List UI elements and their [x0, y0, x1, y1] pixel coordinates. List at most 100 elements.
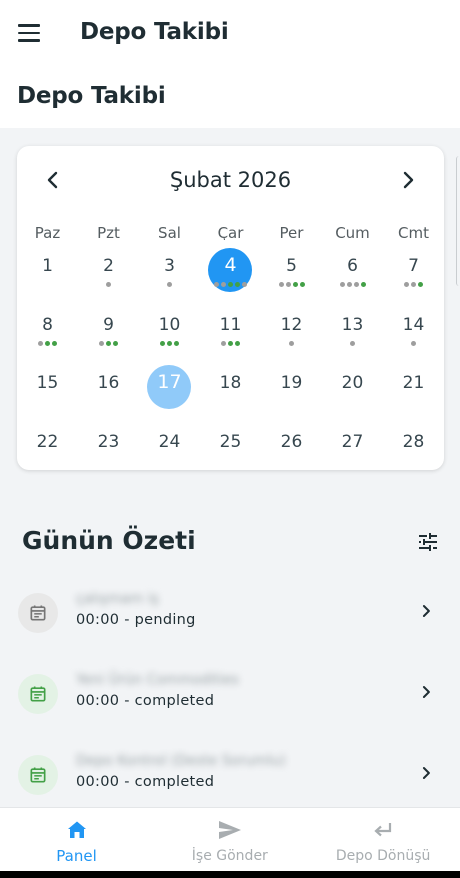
nav-item-1[interactable]: İşe Gönder [153, 808, 306, 872]
calendar-day-22[interactable]: 22 [17, 426, 78, 476]
calendar-day-23[interactable]: 23 [78, 426, 139, 476]
calendar-day-4[interactable]: 4 [200, 248, 261, 300]
calendar-day-11[interactable]: 11 [200, 309, 261, 359]
event-list-item[interactable]: Yeni Ürün Commodities 00:00 - completed [0, 672, 460, 754]
calendar-day-18[interactable]: 18 [200, 367, 261, 417]
nav-item-0[interactable]: Panel [0, 808, 153, 872]
calendar-day-number: 22 [36, 431, 59, 452]
calendar-day-number: 11 [219, 314, 242, 335]
calendar-day-number: 6 [347, 256, 358, 276]
event-dot-completed [52, 340, 57, 346]
event-dots [383, 282, 444, 287]
tune-icon[interactable] [416, 530, 440, 554]
event-dot-completed [418, 282, 423, 287]
chevron-right-icon[interactable] [396, 168, 420, 192]
event-dots [139, 340, 200, 346]
calendar-day-2[interactable]: 2 [78, 250, 139, 300]
calendar-day-number: 25 [219, 431, 242, 452]
home-icon [0, 818, 153, 842]
event-dot-completed [113, 340, 118, 346]
event-dot-completed [45, 340, 50, 346]
event-dot-completed [174, 340, 179, 346]
calendar-day-16[interactable]: 16 [78, 367, 139, 417]
event-dot-pending [289, 340, 294, 346]
event-name: Depo Kontrol (Deste Sorumlu) [76, 753, 286, 769]
event-dot-completed [299, 282, 305, 287]
calendar-day-number: 13 [341, 314, 364, 335]
event-dots [78, 282, 139, 287]
weekday-label: Çar [217, 224, 244, 240]
calendar-day-number: 9 [103, 314, 114, 335]
event-dots [200, 282, 261, 287]
event-dot-completed [235, 282, 240, 287]
calendar-day-20[interactable]: 20 [322, 367, 383, 417]
event-dots [78, 340, 139, 346]
calendar-day-number: 10 [158, 314, 181, 335]
scroll-edge [456, 156, 460, 286]
calendar-day-24[interactable]: 24 [139, 426, 200, 476]
calendar-day-10[interactable]: 10 [139, 309, 200, 359]
event-dot-completed [360, 282, 366, 287]
weekday-label: Sal [158, 224, 181, 240]
calendar-day-3[interactable]: 3 [139, 250, 200, 300]
event-dot-completed [292, 282, 298, 287]
event-dot-completed [160, 340, 165, 346]
calendar-day-number: 4 [224, 254, 237, 276]
app-bar: Depo Takibi [0, 0, 460, 68]
calendar-day-28[interactable]: 28 [383, 426, 444, 476]
calendar-day-25[interactable]: 25 [200, 426, 261, 476]
weekday-label: Cmt [398, 224, 429, 240]
app-title: Depo Takibi [80, 19, 229, 45]
calendar-day-number: 19 [280, 373, 303, 393]
calendar-day-number: 7 [408, 256, 419, 276]
event-dot-pending [339, 282, 345, 287]
event-dot-completed [235, 340, 240, 346]
calendar-day-15[interactable]: 15 [17, 367, 78, 417]
nav-label: Panel [56, 847, 97, 865]
calendar-day-number: 16 [97, 373, 120, 393]
calendar-day-8[interactable]: 8 [17, 309, 78, 359]
event-dot-pending [99, 340, 104, 346]
calendar-day-number: 2 [103, 256, 114, 276]
event-dots [261, 340, 322, 346]
calendar-day-1[interactable]: 1 [17, 250, 78, 300]
event-name: çalışmam iş [76, 591, 159, 607]
calendar-day-9[interactable]: 9 [78, 309, 139, 359]
calendar-day-number: 8 [42, 314, 53, 335]
calendar-day-7[interactable]: 7 [383, 250, 444, 300]
calendar-day-number: 17 [157, 371, 182, 393]
event-dot-pending [411, 282, 416, 287]
calendar-day-number: 18 [219, 373, 242, 393]
event-dot-completed [228, 282, 233, 287]
event-dot-pending [346, 282, 352, 287]
weekday-label: Pzt [97, 224, 120, 240]
calendar-day-26[interactable]: 26 [261, 426, 322, 476]
calendar-day-21[interactable]: 21 [383, 367, 444, 417]
event-time-status: 00:00 - completed [76, 774, 215, 790]
calendar-day-number: 28 [402, 431, 425, 452]
menu-icon[interactable] [18, 24, 42, 44]
weekday-label: Cum [335, 224, 370, 240]
calendar-day-6[interactable]: 6 [322, 250, 383, 300]
calendar-day-13[interactable]: 13 [322, 309, 383, 359]
bottom-navigation: Panel İşe Gönder Depo Dönüşü [0, 807, 460, 871]
calendar-card: Şubat 2026 Paz Pzt Sal Çar Per Cum Cmt 1 2 3 4 5 6 7 8… [17, 146, 444, 470]
system-bar [0, 871, 460, 878]
calendar-day-19[interactable]: 19 [261, 367, 322, 417]
nav-item-2[interactable]: Depo Dönüşü [307, 808, 460, 872]
event-dot-pending [404, 282, 409, 287]
event-name: Yeni Ürün Commodities [76, 672, 239, 688]
calendar-day-number: 12 [280, 314, 303, 335]
event-dot-pending [221, 282, 226, 287]
calendar-day-17[interactable]: 17 [139, 365, 200, 417]
calendar-day-5[interactable]: 5 [261, 250, 322, 300]
event-list-item[interactable]: çalışmam iş 00:00 - pending [0, 591, 460, 673]
calendar-day-number: 1 [42, 256, 53, 276]
event-dots [261, 282, 322, 287]
chevron-right-icon [416, 763, 436, 783]
calendar-day-12[interactable]: 12 [261, 309, 322, 359]
nav-label: İşe Gönder [191, 848, 268, 864]
calendar-day-27[interactable]: 27 [322, 426, 383, 476]
calendar-day-14[interactable]: 14 [383, 309, 444, 359]
event-dot-pending [350, 340, 355, 346]
